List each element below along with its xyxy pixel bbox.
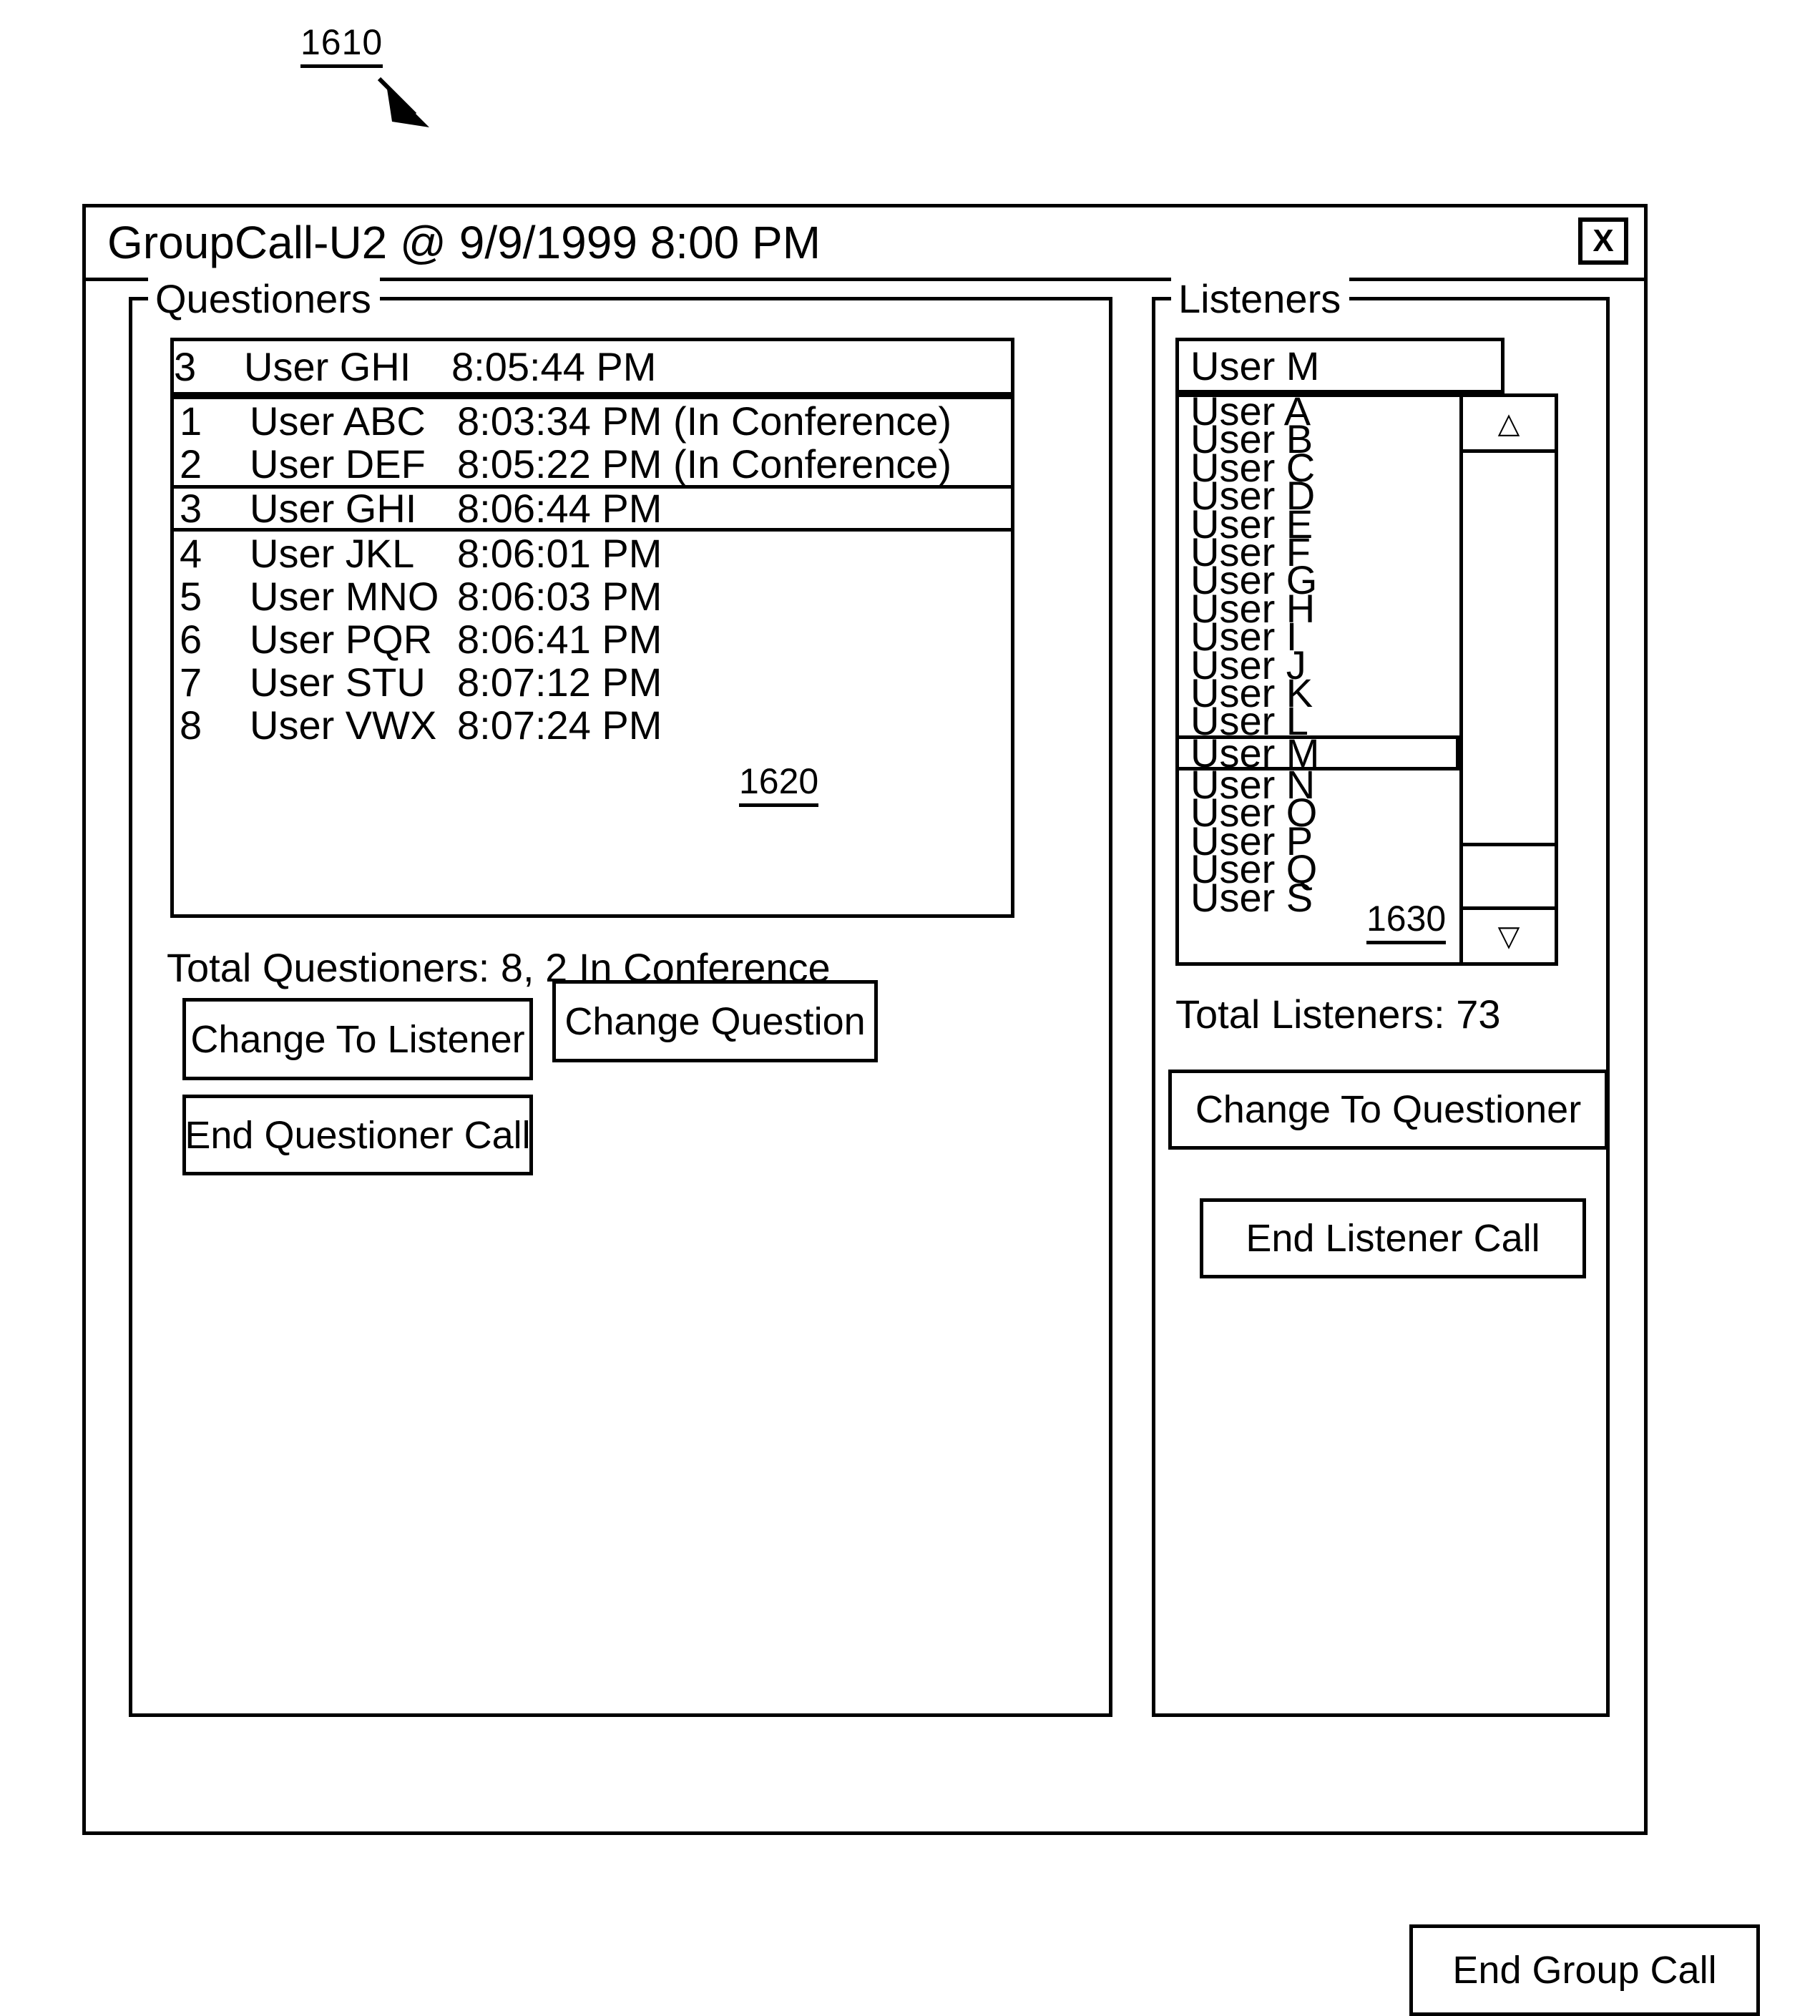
questioners-listbox[interactable]: 1 User ABC 8:03:34 PM (In Conference) 2 … [170,396,1014,918]
close-icon[interactable]: X [1578,217,1628,265]
table-row[interactable]: 6 User PQR 8:06:41 PM [174,616,1011,662]
row-time: 8:03:34 PM (In Conference) [457,398,952,444]
listeners-panel: Listeners User M User A User B User C Us… [1152,273,1610,1717]
row-num: 8 [180,702,202,748]
row-num: 6 [180,616,202,662]
figure-arrowhead [386,84,429,127]
window-titlebar: GroupCall-U2 @ 9/9/1999 8:00 PM X [86,207,1644,281]
change-to-questioner-button[interactable]: Change To Questioner [1168,1070,1608,1150]
row-name: User STU [250,659,426,705]
row-num: 1 [180,398,202,444]
questioners-panel: Questioners 3 User GHI 8:05:44 PM 1 User… [129,273,1112,1717]
table-row[interactable]: 5 User MNO 8:06:03 PM [174,573,1011,619]
table-row[interactable]: 7 User STU 8:07:12 PM [174,659,1011,705]
table-row[interactable]: 4 User JKL 8:06:01 PM [174,530,1011,576]
questioner-selected-name: User GHI [244,344,411,389]
row-name: User PQR [250,616,433,662]
row-num: 5 [180,573,202,619]
listeners-panel-title: Listeners [1171,273,1350,325]
page-title: GroupCall-U2 @ 9/9/1999 8:00 PM [107,217,821,268]
questioner-selected-num: 3 [174,344,197,389]
scroll-down-icon[interactable]: ▽ [1463,906,1555,962]
row-name: User MNO [250,573,439,619]
figure-ref-1610: 1610 [300,21,383,68]
row-num: 3 [180,486,202,531]
figure-ref-1620: 1620 [739,760,819,807]
row-name: User ABC [250,398,426,444]
questioner-selected-time: 8:05:44 PM [451,344,657,389]
scrollbar-thumb[interactable] [1463,453,1555,846]
change-question-button[interactable]: Change Question [552,980,878,1062]
listener-selected-field[interactable]: User M [1175,338,1505,393]
row-time: 8:06:03 PM [457,573,662,619]
row-time: 8:06:41 PM [457,616,662,662]
row-num: 2 [180,441,202,486]
scroll-up-icon[interactable]: △ [1463,397,1555,453]
group-call-window: GroupCall-U2 @ 9/9/1999 8:00 PM X Questi… [82,204,1760,2016]
row-name: User VWX [250,702,437,748]
end-group-call-button[interactable]: End Group Call [1409,1924,1760,2016]
listeners-scrollbar[interactable]: △ ▽ [1459,397,1555,962]
row-time: 8:06:01 PM [457,530,662,576]
table-row[interactable]: 2 User DEF 8:05:22 PM (In Conference) [174,441,1011,486]
row-time: 8:05:22 PM (In Conference) [457,441,952,486]
listeners-listbox[interactable]: User A User B User C User D User E User … [1175,391,1558,966]
row-name: User GHI [250,486,417,531]
table-row[interactable]: 1 User ABC 8:03:34 PM (In Conference) [174,398,1011,444]
row-time: 8:06:44 PM [457,486,662,531]
questioner-selected-field[interactable]: 3 User GHI 8:05:44 PM [170,338,1014,396]
row-name: User DEF [250,441,426,486]
table-row-selected[interactable]: 3 User GHI 8:06:44 PM [174,486,1011,532]
questioners-panel-title: Questioners [148,273,380,325]
row-num: 7 [180,659,202,705]
row-time: 8:07:12 PM [457,659,662,705]
figure-ref-1630: 1630 [1366,898,1447,944]
end-questioner-call-button[interactable]: End Questioner Call [182,1095,533,1175]
row-time: 8:07:24 PM [457,702,662,748]
table-row[interactable]: 8 User VWX 8:07:24 PM [174,702,1011,748]
row-name: User JKL [250,530,415,576]
row-num: 4 [180,530,202,576]
questioners-in-conference-group: 1 User ABC 8:03:34 PM (In Conference) 2 … [174,398,1011,489]
change-to-listener-button[interactable]: Change To Listener [182,998,533,1080]
total-listeners-label: Total Listeners: 73 [1175,992,1501,1037]
listeners-items: User A User B User C User D User E User … [1179,391,1459,962]
end-listener-call-button[interactable]: End Listener Call [1200,1198,1586,1278]
